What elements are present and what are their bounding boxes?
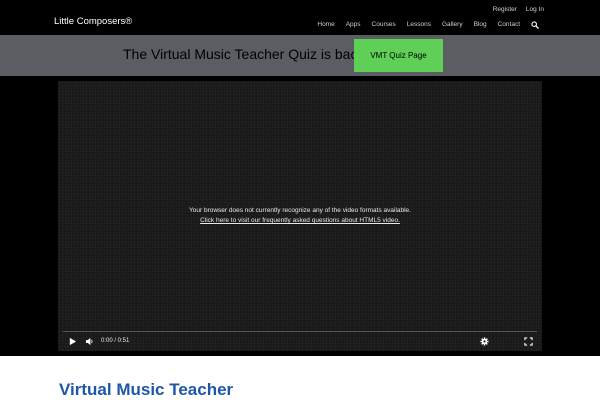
quiz-banner: The Virtual Music Teacher Quiz is back! … xyxy=(0,35,600,76)
banner-text: The Virtual Music Teacher Quiz is back! xyxy=(123,46,369,62)
video-controls: 0:00 / 0:51 xyxy=(58,329,542,351)
nav-item-home[interactable]: Home xyxy=(317,21,334,29)
nav-item-gallery[interactable]: Gallery xyxy=(442,21,463,29)
video-section: Your browser does not currently recogniz… xyxy=(0,76,600,356)
video-unsupported-message: Your browser does not currently recogniz… xyxy=(189,207,411,214)
fullscreen-icon[interactable] xyxy=(524,337,533,346)
login-link[interactable]: Log In xyxy=(526,6,544,14)
search-icon[interactable] xyxy=(531,21,539,29)
utility-links: Register Log In xyxy=(493,6,544,14)
top-header: Little Composers® Register Log In Home A… xyxy=(0,0,600,35)
html5-faq-link[interactable]: Click here to visit our frequently asked… xyxy=(58,216,542,225)
settings-icon[interactable] xyxy=(480,337,489,346)
page-title: Virtual Music Teacher xyxy=(59,380,234,399)
play-icon[interactable] xyxy=(68,337,77,346)
main-nav: Home Apps Courses Lessons Gallery Blog C… xyxy=(317,21,539,29)
site-brand[interactable]: Little Composers® xyxy=(54,16,132,28)
nav-item-blog[interactable]: Blog xyxy=(474,21,487,29)
nav-item-courses[interactable]: Courses xyxy=(372,21,396,29)
progress-bar[interactable] xyxy=(63,331,537,332)
video-player[interactable]: Your browser does not currently recogniz… xyxy=(58,81,542,351)
nav-item-apps[interactable]: Apps xyxy=(346,21,361,29)
time-display: 0:00 / 0:51 xyxy=(101,338,130,344)
vmt-quiz-button[interactable]: VMT Quiz Page xyxy=(354,39,443,72)
volume-icon[interactable] xyxy=(85,337,94,346)
nav-item-lessons[interactable]: Lessons xyxy=(407,21,431,29)
nav-item-contact[interactable]: Contact xyxy=(498,21,520,29)
register-link[interactable]: Register xyxy=(493,6,517,14)
